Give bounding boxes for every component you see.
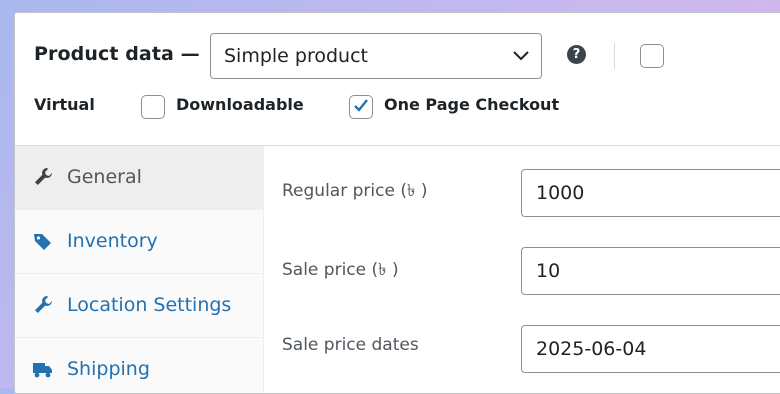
virtual-label: Virtual <box>34 95 95 114</box>
sale-price-value: 10 <box>536 260 561 282</box>
product-type-value: Simple product <box>224 45 368 67</box>
chevron-down-icon <box>513 51 529 61</box>
extra-option-checkbox[interactable] <box>640 44 664 68</box>
tab-shipping-label: Shipping <box>67 358 150 380</box>
tab-location-settings-label: Location Settings <box>67 294 232 316</box>
product-data-header: Product data — Simple product ? Virtual … <box>15 13 780 146</box>
product-data-panel: Product data — Simple product ? Virtual … <box>14 12 780 394</box>
tab-shipping[interactable]: Shipping <box>15 338 263 393</box>
product-data-tabs: General Inventory Location Settings Ship… <box>15 146 264 393</box>
divider <box>614 43 615 69</box>
wrench-icon <box>35 168 52 185</box>
help-icon[interactable]: ? <box>567 45 586 64</box>
regular-price-input[interactable]: 1000 <box>521 169 780 217</box>
regular-price-value: 1000 <box>536 182 585 204</box>
sale-price-input[interactable]: 10 <box>521 247 780 295</box>
product-type-select[interactable]: Simple product <box>210 33 542 79</box>
downloadable-checkbox[interactable] <box>141 95 165 119</box>
one-page-checkout-label: One Page Checkout <box>384 95 560 114</box>
tab-inventory-label: Inventory <box>67 230 158 252</box>
regular-price-label: Regular price (৳ ) <box>282 181 428 201</box>
product-data-title: Product data — <box>34 43 200 65</box>
tab-general[interactable]: General <box>15 146 263 210</box>
tab-inventory[interactable]: Inventory <box>15 210 263 274</box>
sale-price-label: Sale price (৳ ) <box>282 260 399 280</box>
tag-icon <box>34 234 51 250</box>
wrench-icon <box>35 296 52 313</box>
checkmark-icon <box>354 99 368 112</box>
one-page-checkout-checkbox[interactable] <box>349 95 373 119</box>
sale-price-dates-value: 2025-06-04 <box>536 338 647 360</box>
sale-price-dates-label: Sale price dates <box>282 335 419 355</box>
downloadable-label: Downloadable <box>176 95 304 114</box>
tab-general-label: General <box>67 166 142 188</box>
tab-location-settings[interactable]: Location Settings <box>15 274 263 338</box>
truck-icon <box>33 363 52 378</box>
sale-price-dates-input[interactable]: 2025-06-04 <box>521 325 780 373</box>
